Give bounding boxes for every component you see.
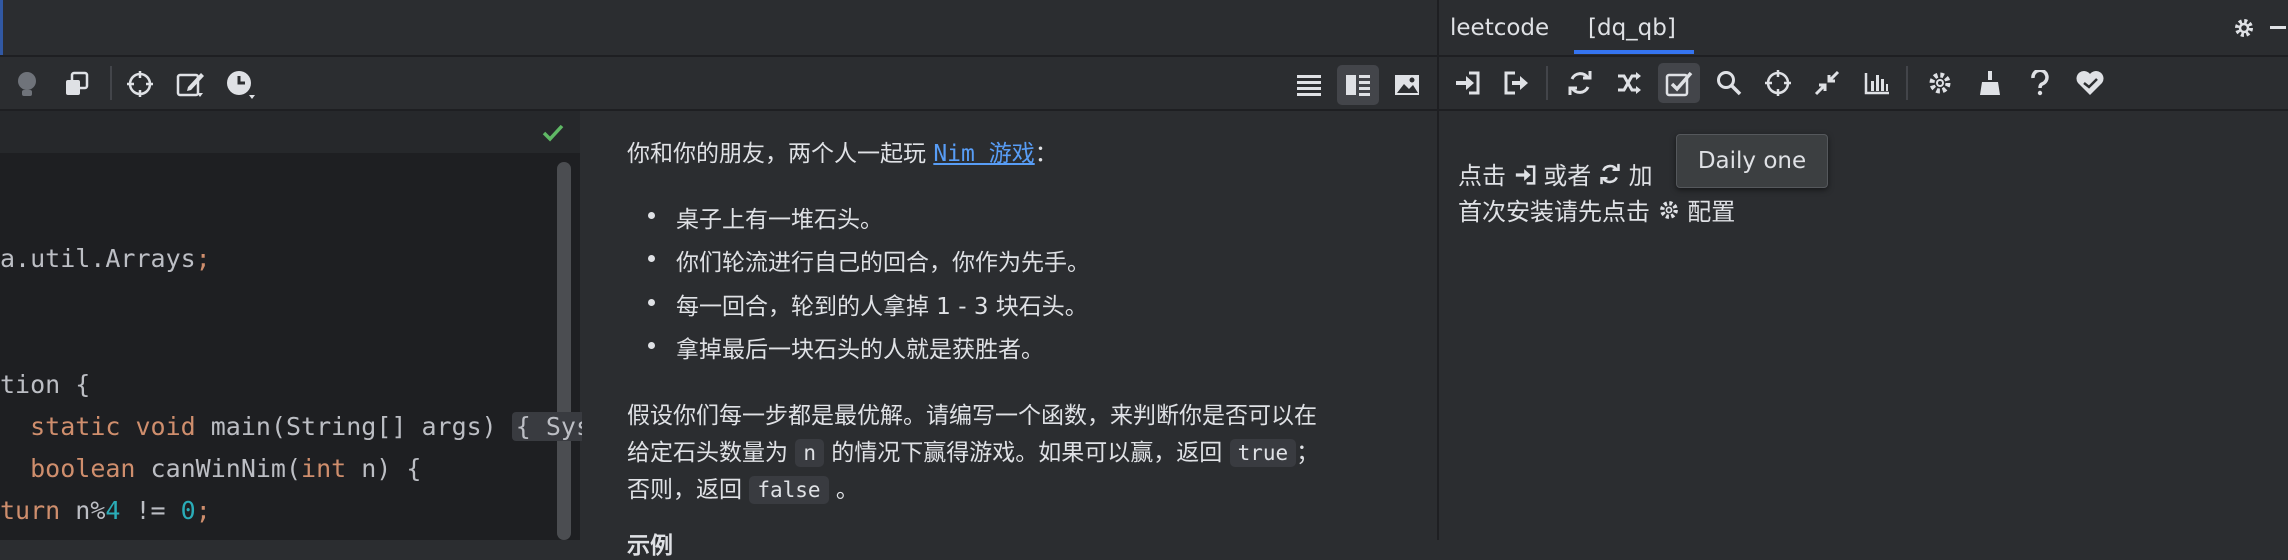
para-line-3: 否则，返回 false 。 <box>627 476 859 504</box>
example-heading: 示例 <box>627 533 673 559</box>
clean-icon[interactable] <box>1975 68 2005 98</box>
collapse-icon[interactable] <box>1812 68 1842 98</box>
settings-icon <box>1658 199 1680 227</box>
inline-code: true <box>1229 439 1297 467</box>
hint-first-install: 首次安装请先点击 配置 <box>1458 198 1736 227</box>
login-icon <box>1514 163 1536 191</box>
toolbar-separator <box>1906 66 1908 100</box>
intro-text: 你和你的朋友，两个人一起玩 Nim 游戏： <box>627 141 1058 167</box>
active-tab-indicator <box>1574 50 1694 54</box>
para-line-2: 给定石头数量为 n 的情况下赢得游戏。如果可以赢，返回 true； <box>627 439 1320 467</box>
daily-check-icon[interactable] <box>1658 63 1700 103</box>
code-line-import: a.util.Arrays; <box>0 244 211 273</box>
settings-icon[interactable] <box>2230 14 2258 42</box>
bullet-dot <box>648 212 655 219</box>
nim-link[interactable]: Nim 游戏 <box>933 141 1034 167</box>
split-view-icon[interactable] <box>1337 65 1379 105</box>
inline-code: n <box>795 439 824 467</box>
chart-icon[interactable] <box>1862 68 1892 98</box>
copy-icon[interactable] <box>62 69 92 99</box>
list-view-icon[interactable] <box>1292 68 1326 102</box>
logout-icon[interactable] <box>1502 68 1532 98</box>
edit-icon[interactable] <box>175 69 205 99</box>
code-line-main: static void main(String[] args) { Sys <box>0 412 596 441</box>
code-line-method: boolean canWinNim(int n) { <box>30 454 422 483</box>
tab-dq-qb[interactable]: [dq_qb] <box>1588 15 1676 41</box>
minimize-icon[interactable] <box>2268 14 2288 42</box>
tab-leetcode[interactable]: leetcode <box>1450 15 1549 41</box>
editor-tab-strip <box>0 0 1437 57</box>
bullet-dot <box>648 299 655 306</box>
rule-item: 每一回合，轮到的人拿掉 1 - 3 块石头。 <box>676 294 1088 320</box>
settings-icon[interactable] <box>1925 68 1955 98</box>
daily-one-tooltip: Daily one <box>1676 134 1828 188</box>
help-icon[interactable] <box>2025 68 2055 98</box>
search-icon[interactable] <box>1714 68 1744 98</box>
rule-item: 拿掉最后一块石头的人就是获胜者。 <box>676 337 1044 363</box>
refresh-icon <box>1599 163 1621 191</box>
para-line-1: 假设你们每一步都是最优解。请编写一个函数，来判断你是否可以在 <box>627 403 1317 429</box>
toolbar-separator <box>1546 66 1548 100</box>
clock-icon[interactable] <box>225 69 257 101</box>
editor-status-bar <box>0 111 580 153</box>
bulb-icon[interactable] <box>12 69 42 99</box>
target-icon[interactable] <box>125 69 155 99</box>
code-line-class: tion { <box>0 370 91 399</box>
inline-code: false <box>749 476 829 504</box>
editor-toolbar <box>0 57 1437 111</box>
code-line-return: turn n%4 != 0; <box>0 496 211 525</box>
rule-item: 桌子上有一堆石头。 <box>676 207 883 233</box>
bullet-dot <box>648 255 655 262</box>
login-icon[interactable] <box>1452 68 1482 98</box>
editor-scrollbar[interactable] <box>557 162 571 540</box>
toolbar-separator <box>110 66 112 100</box>
locate-icon[interactable] <box>1763 68 1793 98</box>
shuffle-icon[interactable] <box>1614 68 1644 98</box>
tab-accent <box>0 0 3 55</box>
image-view-icon[interactable] <box>1390 68 1424 102</box>
refresh-icon[interactable] <box>1565 68 1595 98</box>
rule-item: 你们轮流进行自己的回合，你作为先手。 <box>676 250 1090 276</box>
hint-login: 点击 或者 加 <box>1458 162 1653 191</box>
donate-heart-icon[interactable] <box>2074 68 2106 98</box>
bullet-dot <box>648 342 655 349</box>
tool-window-tabs <box>1439 0 2288 57</box>
check-icon <box>540 121 566 145</box>
